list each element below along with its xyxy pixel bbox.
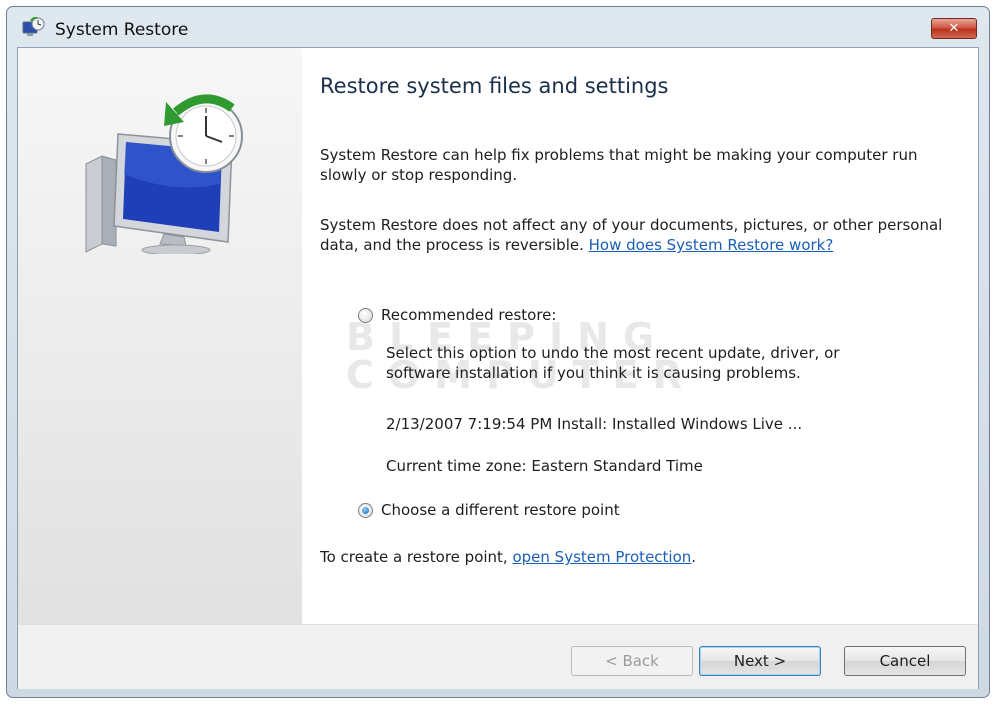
system-restore-window: System Restore ✕ BLEEPING COMPUTER Resto… — [6, 6, 990, 698]
title-bar[interactable]: System Restore ✕ — [7, 7, 989, 47]
info-paragraph: System Restore does not affect any of yo… — [320, 215, 960, 255]
monitor-clock-restore-icon — [85, 94, 243, 254]
back-button[interactable]: < Back — [571, 646, 693, 676]
left-illustration-pane — [18, 48, 302, 624]
window-title: System Restore — [55, 20, 189, 40]
button-bar: < Back Next > Cancel — [18, 624, 978, 689]
page-title: Restore system files and settings — [320, 74, 669, 98]
close-button[interactable]: ✕ — [931, 18, 977, 39]
protection-paragraph: To create a restore point, open System P… — [320, 547, 696, 567]
protection-suffix: . — [691, 548, 697, 566]
protection-prefix: To create a restore point, — [320, 548, 508, 566]
system-restore-icon — [22, 17, 45, 36]
next-button[interactable]: Next > — [699, 646, 821, 676]
restore-point-info: 2/13/2007 7:19:54 PM Install: Installed … — [386, 415, 803, 433]
how-does-system-restore-work-link[interactable]: How does System Restore work? — [589, 236, 834, 254]
recommended-restore-label[interactable]: Recommended restore: — [381, 306, 556, 324]
content-pane: BLEEPING COMPUTER Restore system files a… — [302, 48, 978, 624]
radio-unchecked-icon[interactable] — [358, 307, 373, 323]
intro-text: System Restore can help fix problems tha… — [320, 146, 918, 184]
cancel-button[interactable]: Cancel — [844, 646, 966, 676]
choose-different-restore-point-radio[interactable]: Choose a different restore point — [358, 499, 620, 521]
radio-checked-icon[interactable] — [358, 502, 373, 518]
dialog-client-area: BLEEPING COMPUTER Restore system files a… — [17, 47, 979, 689]
recommended-restore-radio[interactable]: Recommended restore: — [358, 304, 556, 326]
time-zone-info: Current time zone: Eastern Standard Time — [386, 457, 703, 475]
recommended-description: Select this option to undo the most rece… — [386, 344, 840, 382]
choose-different-restore-point-label[interactable]: Choose a different restore point — [381, 501, 620, 519]
open-system-protection-link[interactable]: open System Protection — [512, 548, 691, 566]
